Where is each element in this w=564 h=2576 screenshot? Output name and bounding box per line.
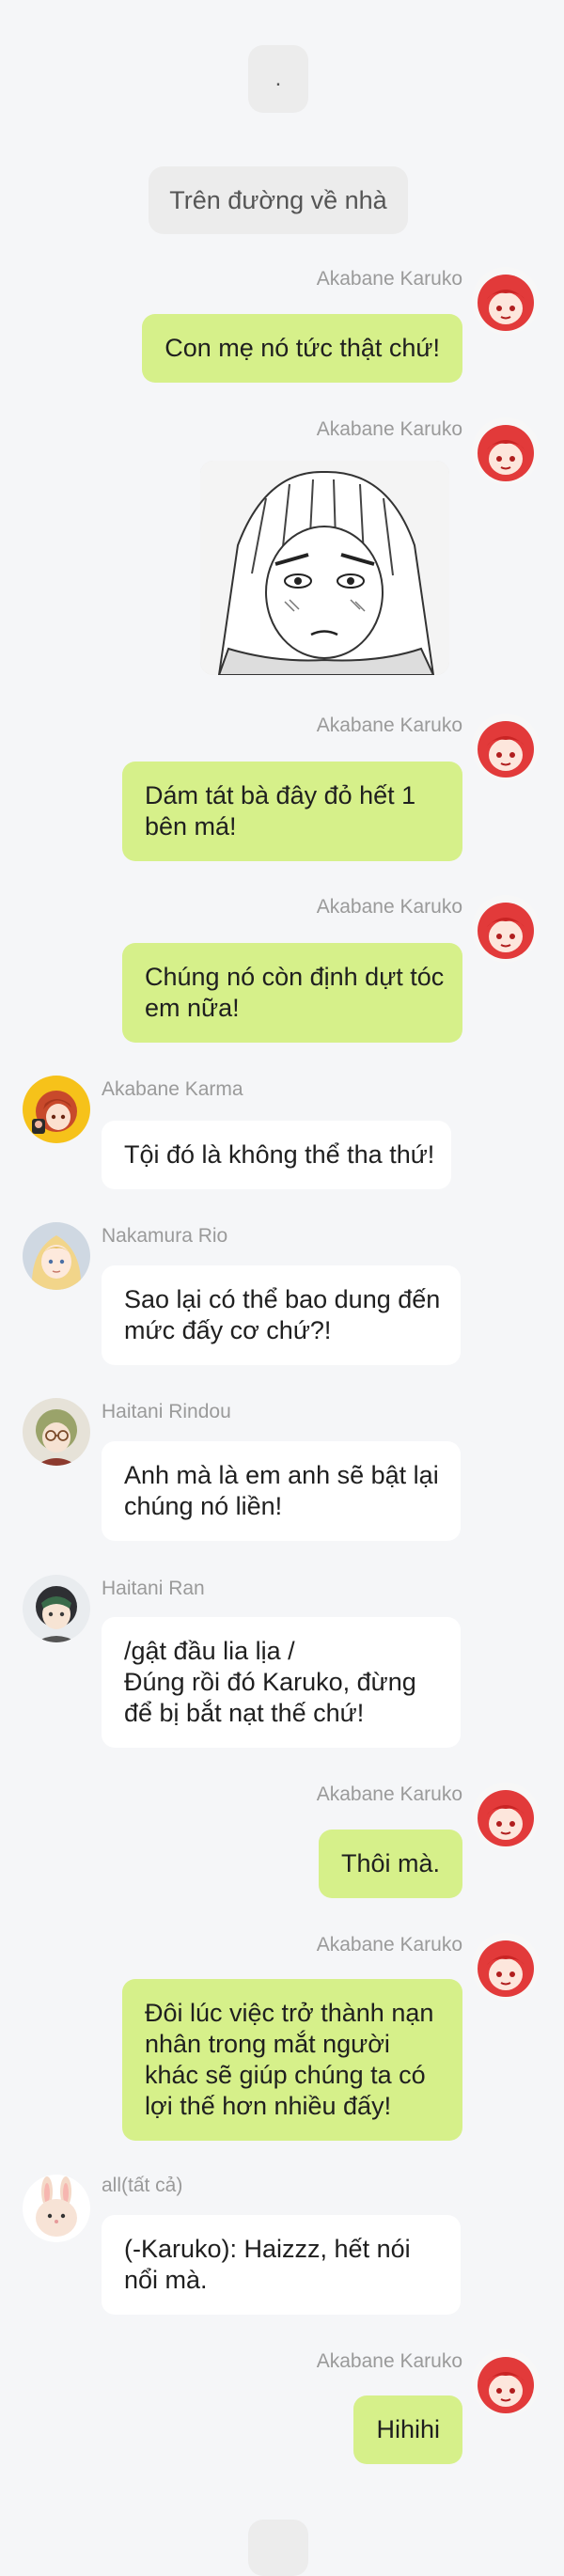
message-bubble-incoming[interactable]: (-Karuko): Haizzz, hết nói nổi mà. xyxy=(102,2215,461,2315)
message-text-line: Đôi lúc việc trở thành nạn xyxy=(145,1999,434,2027)
message-text-line: /gật đầu lia lịa / xyxy=(124,1637,295,1665)
message-text-line: Con mẹ nó tức thật chứ! xyxy=(164,334,440,362)
sender-name: Haitani Rindou xyxy=(102,1401,231,1422)
message-bubble-outgoing[interactable]: Dám tát bà đây đỏ hết 1 bên má! xyxy=(122,762,462,861)
rabbit-icon xyxy=(23,2175,90,2242)
message-bubble-outgoing[interactable]: Hihihi xyxy=(353,2395,462,2464)
glasses-boy-icon xyxy=(23,1398,90,1466)
sender-name: Akabane Karuko xyxy=(316,418,462,440)
message-text-line: lợi thế hơn nhiều đấy! xyxy=(145,2092,392,2120)
message-text-line: Thôi mà. xyxy=(340,1849,440,1877)
message-text-line: mức đấy cơ chứ?! xyxy=(124,1316,332,1344)
message-bubble-outgoing[interactable]: Chúng nó còn định dựt tóc em nữa! xyxy=(122,943,462,1043)
sender-name: Akabane Karuko xyxy=(316,1783,462,1805)
avatar-haitani-ran[interactable] xyxy=(23,1575,90,1642)
message-text-line: em nữa! xyxy=(145,994,240,1022)
message-text-line: (-Karuko): Haizzz, hết nói xyxy=(124,2235,411,2263)
manga-character-icon xyxy=(200,461,449,675)
red-hair-girl-icon xyxy=(472,895,540,963)
avatar-akabane-karuko[interactable] xyxy=(472,1783,540,1850)
avatar-akabane-karuko[interactable] xyxy=(472,714,540,781)
sender-name: Akabane Karuko xyxy=(316,715,462,736)
message-text-line: bên má! xyxy=(145,812,237,840)
avatar-akabane-karuko[interactable] xyxy=(472,267,540,335)
message-bubble-incoming[interactable]: Tội đó là không thể tha thứ! xyxy=(102,1121,451,1189)
message-text-line: Chúng nó còn định dựt tóc xyxy=(145,963,445,991)
scene-pill-text: Trên đường về nhà xyxy=(169,185,387,214)
message-text-line: nhân trong mắt người xyxy=(145,2030,390,2058)
avatar-nakamura-rio[interactable] xyxy=(23,1222,90,1290)
avatar-akabane-karma[interactable] xyxy=(23,1076,90,1143)
sender-name: Akabane Karuko xyxy=(316,896,462,918)
red-hair-girl-icon xyxy=(472,417,540,485)
message-text-line: khác sẽ giúp chúng ta có xyxy=(145,2061,426,2089)
red-hair-girl-icon xyxy=(472,1783,540,1850)
red-hair-girl-icon xyxy=(472,714,540,781)
system-pill-bottom xyxy=(248,2520,308,2576)
message-text-line: nổi mà. xyxy=(124,2266,208,2294)
scene-pill: Trên đường về nhà xyxy=(149,166,408,234)
message-text-line: Dám tát bà đây đỏ hết 1 xyxy=(145,781,416,809)
message-text-line: chúng nó liền! xyxy=(124,1492,283,1520)
message-text-line: Hihihi xyxy=(376,2415,440,2443)
red-hair-girl-icon xyxy=(472,1933,540,2001)
system-pill-top-text: . xyxy=(274,66,282,91)
sender-name: Akabane Karuko xyxy=(316,2350,462,2372)
message-text-line: Sao lại có thể bao dung đến xyxy=(124,1285,441,1313)
red-hair-girl-icon xyxy=(472,2349,540,2417)
message-bubble-incoming[interactable]: Anh mà là em anh sẽ bật lại chúng nó liề… xyxy=(102,1441,461,1541)
sender-name: Akabane Karuko xyxy=(316,1934,462,1956)
message-bubble-outgoing[interactable]: Thôi mà. xyxy=(318,1830,462,1898)
avatar-akabane-karuko[interactable] xyxy=(472,417,540,485)
message-bubble-outgoing[interactable]: Đôi lúc việc trở thành nạn nhân trong mắ… xyxy=(122,1979,462,2141)
message-text-line: Đúng rồi đó Karuko, đừng xyxy=(124,1668,416,1696)
avatar-akabane-karuko[interactable] xyxy=(472,2349,540,2417)
avatar-all[interactable] xyxy=(23,2175,90,2242)
message-bubble-incoming[interactable]: Sao lại có thể bao dung đến mức đấy cơ c… xyxy=(102,1265,461,1365)
sender-name: all(tất cả) xyxy=(102,2175,183,2196)
message-text-line: Anh mà là em anh sẽ bật lại xyxy=(124,1461,439,1489)
avatar-akabane-karuko[interactable] xyxy=(472,895,540,963)
message-image[interactable] xyxy=(200,461,449,675)
message-text-line: để bị bắt nạt thế chứ! xyxy=(124,1699,365,1727)
message-bubble-incoming[interactable]: /gật đầu lia lịa / Đúng rồi đó Karuko, đ… xyxy=(102,1617,461,1748)
orange-hair-boy-icon xyxy=(23,1076,90,1143)
message-text-line: Tội đó là không thể tha thứ! xyxy=(124,1140,435,1169)
message-bubble-outgoing[interactable]: Con mẹ nó tức thật chứ! xyxy=(142,314,462,383)
sender-name: Akabane Karuko xyxy=(316,268,462,290)
red-hair-girl-icon xyxy=(472,267,540,335)
dark-hair-boy-icon xyxy=(23,1575,90,1642)
avatar-akabane-karuko[interactable] xyxy=(472,1933,540,2001)
sender-name: Akabane Karma xyxy=(102,1078,243,1100)
blonde-girl-icon xyxy=(23,1222,90,1290)
system-pill-top: . xyxy=(248,45,308,113)
avatar-haitani-rindou[interactable] xyxy=(23,1398,90,1466)
sender-name: Nakamura Rio xyxy=(102,1225,228,1247)
sender-name: Haitani Ran xyxy=(102,1578,205,1599)
